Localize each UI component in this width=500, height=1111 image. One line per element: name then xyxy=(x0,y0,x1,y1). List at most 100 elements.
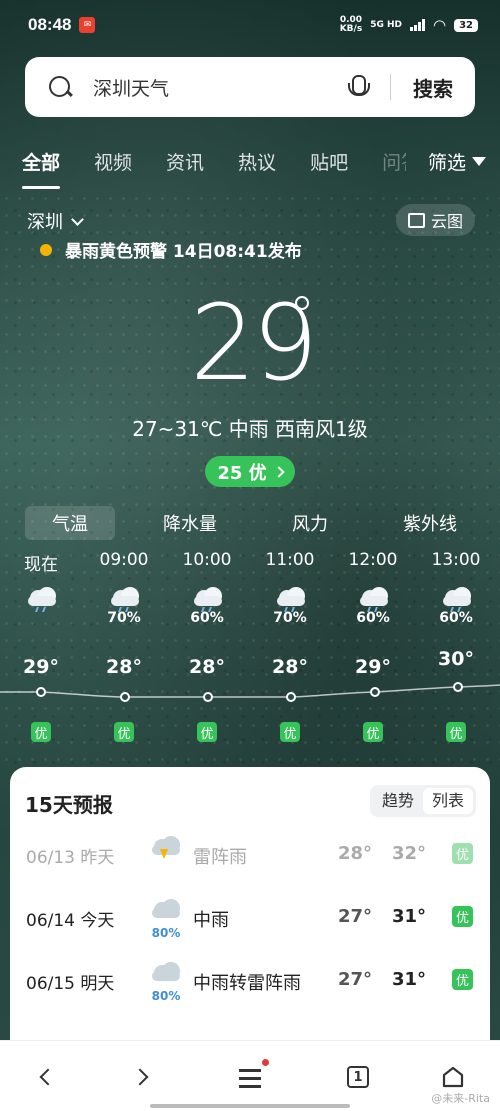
temp-point xyxy=(370,687,380,697)
hour-aqi: 优 xyxy=(280,722,300,742)
wifi-icon: ◠ xyxy=(432,16,447,34)
rain-cloud-icon xyxy=(441,584,473,612)
search-bar[interactable]: 深圳天气 搜索 xyxy=(25,57,475,117)
forecast-title: 15天预报 xyxy=(25,793,113,817)
tab-all[interactable]: 全部 xyxy=(22,148,61,192)
tab-qa[interactable]: 问答 xyxy=(382,148,406,192)
filter-icon xyxy=(472,157,486,166)
day-high: 31° xyxy=(392,969,427,990)
rain-cloud-icon xyxy=(26,584,58,612)
day-aqi: 优 xyxy=(452,906,473,927)
tabs-button[interactable]: 1 xyxy=(343,1063,373,1093)
back-button[interactable] xyxy=(32,1063,62,1093)
home-icon xyxy=(442,1066,464,1088)
hour-time: 13:00 xyxy=(431,550,481,570)
notification-dot xyxy=(262,1059,269,1066)
day-low: 27° xyxy=(338,906,373,927)
chevron-left-icon xyxy=(39,1068,57,1086)
day-desc: 中雨转雷阵雨 xyxy=(193,973,301,994)
hour-time: 现在 xyxy=(24,555,58,575)
day-high: 32° xyxy=(392,843,427,864)
forward-button[interactable] xyxy=(128,1063,158,1093)
temp-point xyxy=(36,687,46,697)
menu-button[interactable] xyxy=(236,1059,269,1093)
city-selector[interactable]: 深圳 xyxy=(27,208,84,234)
day-low: 27° xyxy=(338,969,373,990)
view-toggle: 趋势 列表 xyxy=(370,785,476,817)
temp-point xyxy=(453,682,463,692)
rain-cloud-icon xyxy=(275,584,307,612)
day-pop: 80% xyxy=(151,926,181,940)
thunderstorm-icon xyxy=(150,833,182,861)
map-icon xyxy=(407,212,425,228)
network-type: 5G HD xyxy=(370,20,402,30)
day-desc: 雷阵雨 xyxy=(193,847,247,868)
temp-point xyxy=(286,692,296,702)
subtab-temperature[interactable]: 气温 xyxy=(25,506,115,540)
watermark: @未来-Rita xyxy=(431,1092,490,1105)
city-name: 深圳 xyxy=(27,212,63,233)
temperature-trend-line xyxy=(0,682,500,702)
chevron-right-icon xyxy=(272,465,285,478)
chevron-right-icon xyxy=(131,1068,149,1086)
temp-point xyxy=(120,692,130,702)
aqi-badge[interactable]: 25 优 xyxy=(205,456,295,487)
toggle-trend[interactable]: 趋势 xyxy=(373,788,423,814)
day-aqi: 优 xyxy=(452,843,473,864)
forecast-day-row[interactable]: 06/13 昨天 雷阵雨 28° 32° 优 xyxy=(10,827,490,887)
search-icon[interactable] xyxy=(47,74,73,100)
forecast-day-row[interactable]: 06/14 今天 80% 中雨 27° 31° 优 xyxy=(10,890,490,950)
forecast-day-row[interactable]: 06/15 明天 80% 中雨转雷阵雨 27° 31° 优 xyxy=(10,953,490,1013)
home-indicator[interactable] xyxy=(150,1104,350,1108)
day-date: 06/15 明天 xyxy=(26,974,115,994)
status-right: 0.00 KB/s 5G HD ◠ 32 xyxy=(340,16,478,34)
app-notification-icon: ✉ xyxy=(79,17,96,33)
status-bar: 08:48 ✉ 0.00 KB/s 5G HD ◠ 32 xyxy=(0,0,500,50)
hour-time: 11:00 xyxy=(265,550,315,570)
hour-aqi: 优 xyxy=(197,722,217,742)
search-input[interactable]: 深圳天气 xyxy=(93,74,346,101)
hour-aqi: 优 xyxy=(31,722,51,742)
filter-button[interactable]: 筛选 xyxy=(428,148,486,175)
chevron-down-icon xyxy=(71,212,84,226)
day-desc: 中雨 xyxy=(193,910,229,931)
bottom-nav: 1 xyxy=(0,1040,500,1111)
hour-pop: 70% xyxy=(107,610,141,626)
aqi-value: 25 优 xyxy=(217,462,267,484)
hour-pop: 60% xyxy=(439,610,473,626)
subtab-wind[interactable]: 风力 xyxy=(265,506,355,540)
hour-pop: 70% xyxy=(273,610,307,626)
cloud-map-label: 云图 xyxy=(430,212,463,231)
filter-label: 筛选 xyxy=(427,152,466,174)
net-speed-unit: KB/s xyxy=(339,24,363,34)
weather-alert[interactable]: 暴雨黄色预警 14日08:41发布 xyxy=(40,237,302,262)
tab-discussion[interactable]: 热议 xyxy=(238,148,276,192)
battery-icon: 32 xyxy=(454,18,478,32)
hourly-subtabs: 气温 降水量 风力 紫外线 xyxy=(25,506,475,540)
toggle-list[interactable]: 列表 xyxy=(423,788,473,814)
rain-cloud-icon xyxy=(109,584,141,612)
hour-aqi: 优 xyxy=(446,722,466,742)
weather-summary: 27~31℃ 中雨 西南风1级 xyxy=(132,417,368,441)
subtab-precipitation[interactable]: 降水量 xyxy=(145,506,235,540)
hour-time: 10:00 xyxy=(182,550,232,570)
net-speed: 0.00 KB/s xyxy=(340,16,362,34)
rain-cloud-icon xyxy=(150,896,182,924)
home-button[interactable] xyxy=(438,1063,468,1093)
rain-cloud-icon xyxy=(192,584,224,612)
search-button[interactable]: 搜索 xyxy=(413,73,453,102)
tab-news[interactable]: 资讯 xyxy=(166,148,204,192)
day-aqi: 优 xyxy=(452,969,473,990)
tab-count: 1 xyxy=(347,1066,369,1088)
category-tabs: 全部 视频 资讯 热议 贴吧 问答 筛选 xyxy=(0,148,500,192)
hour-time: 09:00 xyxy=(99,550,149,570)
search-divider xyxy=(390,74,391,100)
tab-tieba[interactable]: 贴吧 xyxy=(310,148,348,192)
degree-icon xyxy=(295,296,309,310)
hour-pop: 60% xyxy=(190,610,224,626)
tab-video[interactable]: 视频 xyxy=(94,148,132,192)
microphone-icon[interactable] xyxy=(346,73,370,101)
subtab-uv[interactable]: 紫外线 xyxy=(385,506,475,540)
day-date: 06/13 昨天 xyxy=(26,848,115,868)
cloud-map-button[interactable]: 云图 xyxy=(395,204,475,236)
